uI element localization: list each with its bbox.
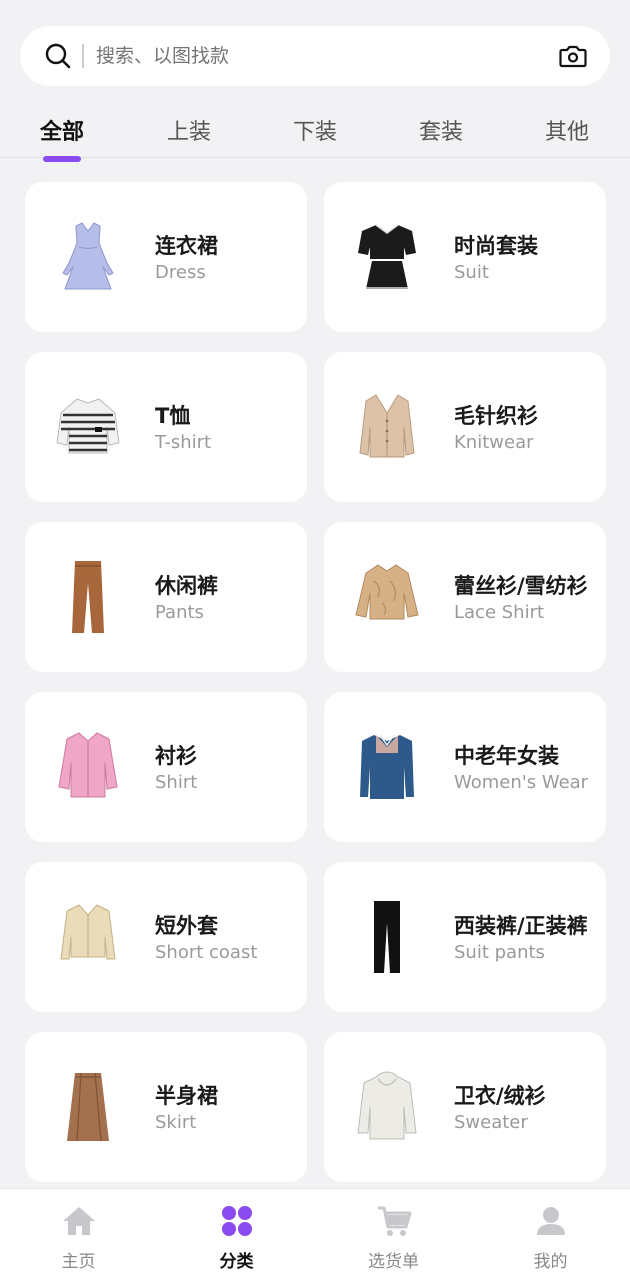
category-name: 毛针织衫 (454, 404, 538, 428)
tab-all[interactable]: 全部 (39, 114, 85, 162)
lace-blouse-icon (355, 564, 419, 620)
category-name: 衬衫 (155, 744, 197, 768)
polo-sweater-icon (360, 734, 414, 799)
nav-profile[interactable]: 我的 (472, 1189, 629, 1280)
category-card-womens-wear[interactable]: 中老年女装 Women's Wear (324, 692, 606, 842)
nav-label: 分类 (219, 1252, 254, 1272)
category-name-en: Skirt (155, 1112, 197, 1133)
category-name-en: Shirt (155, 772, 198, 793)
category-card-suit[interactable]: 时尚套装 Suit (324, 182, 606, 332)
camera-icon[interactable] (558, 41, 588, 71)
category-card-suit-pants[interactable]: 西装裤/正装裤 Suit pants (324, 862, 606, 1012)
category-card-pants[interactable]: 休闲裤 Pants (25, 522, 307, 672)
category-name: 卫衣/绒衫 (454, 1084, 546, 1108)
category-tabs: 全部 上装 下装 套装 其他 (0, 108, 630, 162)
tab-label: 全部 (39, 120, 85, 145)
nav-label: 主页 (61, 1252, 96, 1272)
tab-label: 上装 (166, 120, 212, 145)
search-icon[interactable] (44, 42, 72, 70)
search-input[interactable] (96, 45, 558, 67)
category-name: 短外套 (155, 914, 218, 938)
search-bar[interactable] (20, 26, 610, 86)
category-icon (221, 1206, 252, 1236)
cart-icon (377, 1206, 411, 1236)
category-name-en: Short coast (155, 942, 258, 963)
category-name: 时尚套装 (454, 234, 538, 258)
nav-label: 选货单 (368, 1252, 419, 1272)
category-name-en: Pants (155, 602, 204, 623)
category-name: T恤 (155, 404, 191, 428)
category-card-shirt[interactable]: 衬衫 Shirt (25, 692, 307, 842)
category-name-en: Lace Shirt (454, 602, 545, 623)
tab-sets[interactable]: 套装 (419, 114, 463, 146)
category-name: 连衣裙 (155, 234, 218, 258)
category-card-skirt[interactable]: 半身裙 Skirt (25, 1032, 307, 1182)
dress-icon (62, 222, 114, 290)
tab-other[interactable]: 其他 (545, 114, 589, 146)
tshirt-icon (56, 398, 120, 454)
short-jacket-icon (60, 904, 116, 960)
home-icon (62, 1207, 95, 1235)
tab-label: 套装 (418, 120, 464, 145)
category-name-en: T-shirt (155, 432, 212, 453)
category-name: 西装裤/正装裤 (454, 914, 588, 938)
hoodie-icon (357, 1071, 417, 1140)
category-card-short-coat[interactable]: 短外套 Short coast (25, 862, 307, 1012)
cardigan-icon (359, 394, 415, 458)
category-card-knitwear[interactable]: 毛针织衫 Knitwear (324, 352, 606, 502)
category-name: 蕾丝衫/雪纺衫 (454, 574, 588, 598)
category-name-en: Sweater (454, 1112, 528, 1133)
nav-cart[interactable]: 选货单 (315, 1189, 472, 1280)
active-tab-indicator (42, 156, 81, 162)
category-name-en: Women's Wear (454, 772, 589, 793)
pants-icon (72, 561, 104, 633)
skirt-icon (67, 1072, 109, 1142)
category-name-en: Dress (155, 262, 206, 283)
profile-icon (536, 1207, 565, 1235)
nav-label: 我的 (533, 1252, 568, 1272)
category-card-dress[interactable]: 连衣裙 Dress (25, 182, 307, 332)
nav-home[interactable]: 主页 (0, 1189, 157, 1280)
category-name-en: Suit (454, 262, 489, 283)
bottom-nav: 主页 分类 选货单 我的 (0, 1188, 630, 1280)
suit-set-icon (358, 224, 416, 289)
nav-category[interactable]: 分类 (158, 1189, 315, 1280)
black-trousers-icon (374, 901, 400, 973)
category-card-lace-shirt[interactable]: 蕾丝衫/雪纺衫 Lace Shirt (324, 522, 606, 672)
category-name: 中老年女装 (454, 744, 559, 768)
shirt-icon (58, 732, 118, 798)
category-card-sweater[interactable]: 卫衣/绒衫 Sweater (324, 1032, 606, 1182)
tab-tops[interactable]: 上装 (167, 114, 211, 146)
category-name: 半身裙 (155, 1084, 218, 1108)
category-name-en: Knitwear (454, 432, 534, 453)
category-name: 休闲裤 (155, 574, 218, 598)
category-card-tshirt[interactable]: T恤 T-shirt (25, 352, 307, 502)
tab-label: 下装 (292, 120, 338, 145)
tab-label: 其他 (544, 120, 590, 145)
category-name-en: Suit pants (454, 942, 545, 963)
tab-bottoms[interactable]: 下装 (293, 114, 337, 146)
search-divider (82, 44, 84, 68)
